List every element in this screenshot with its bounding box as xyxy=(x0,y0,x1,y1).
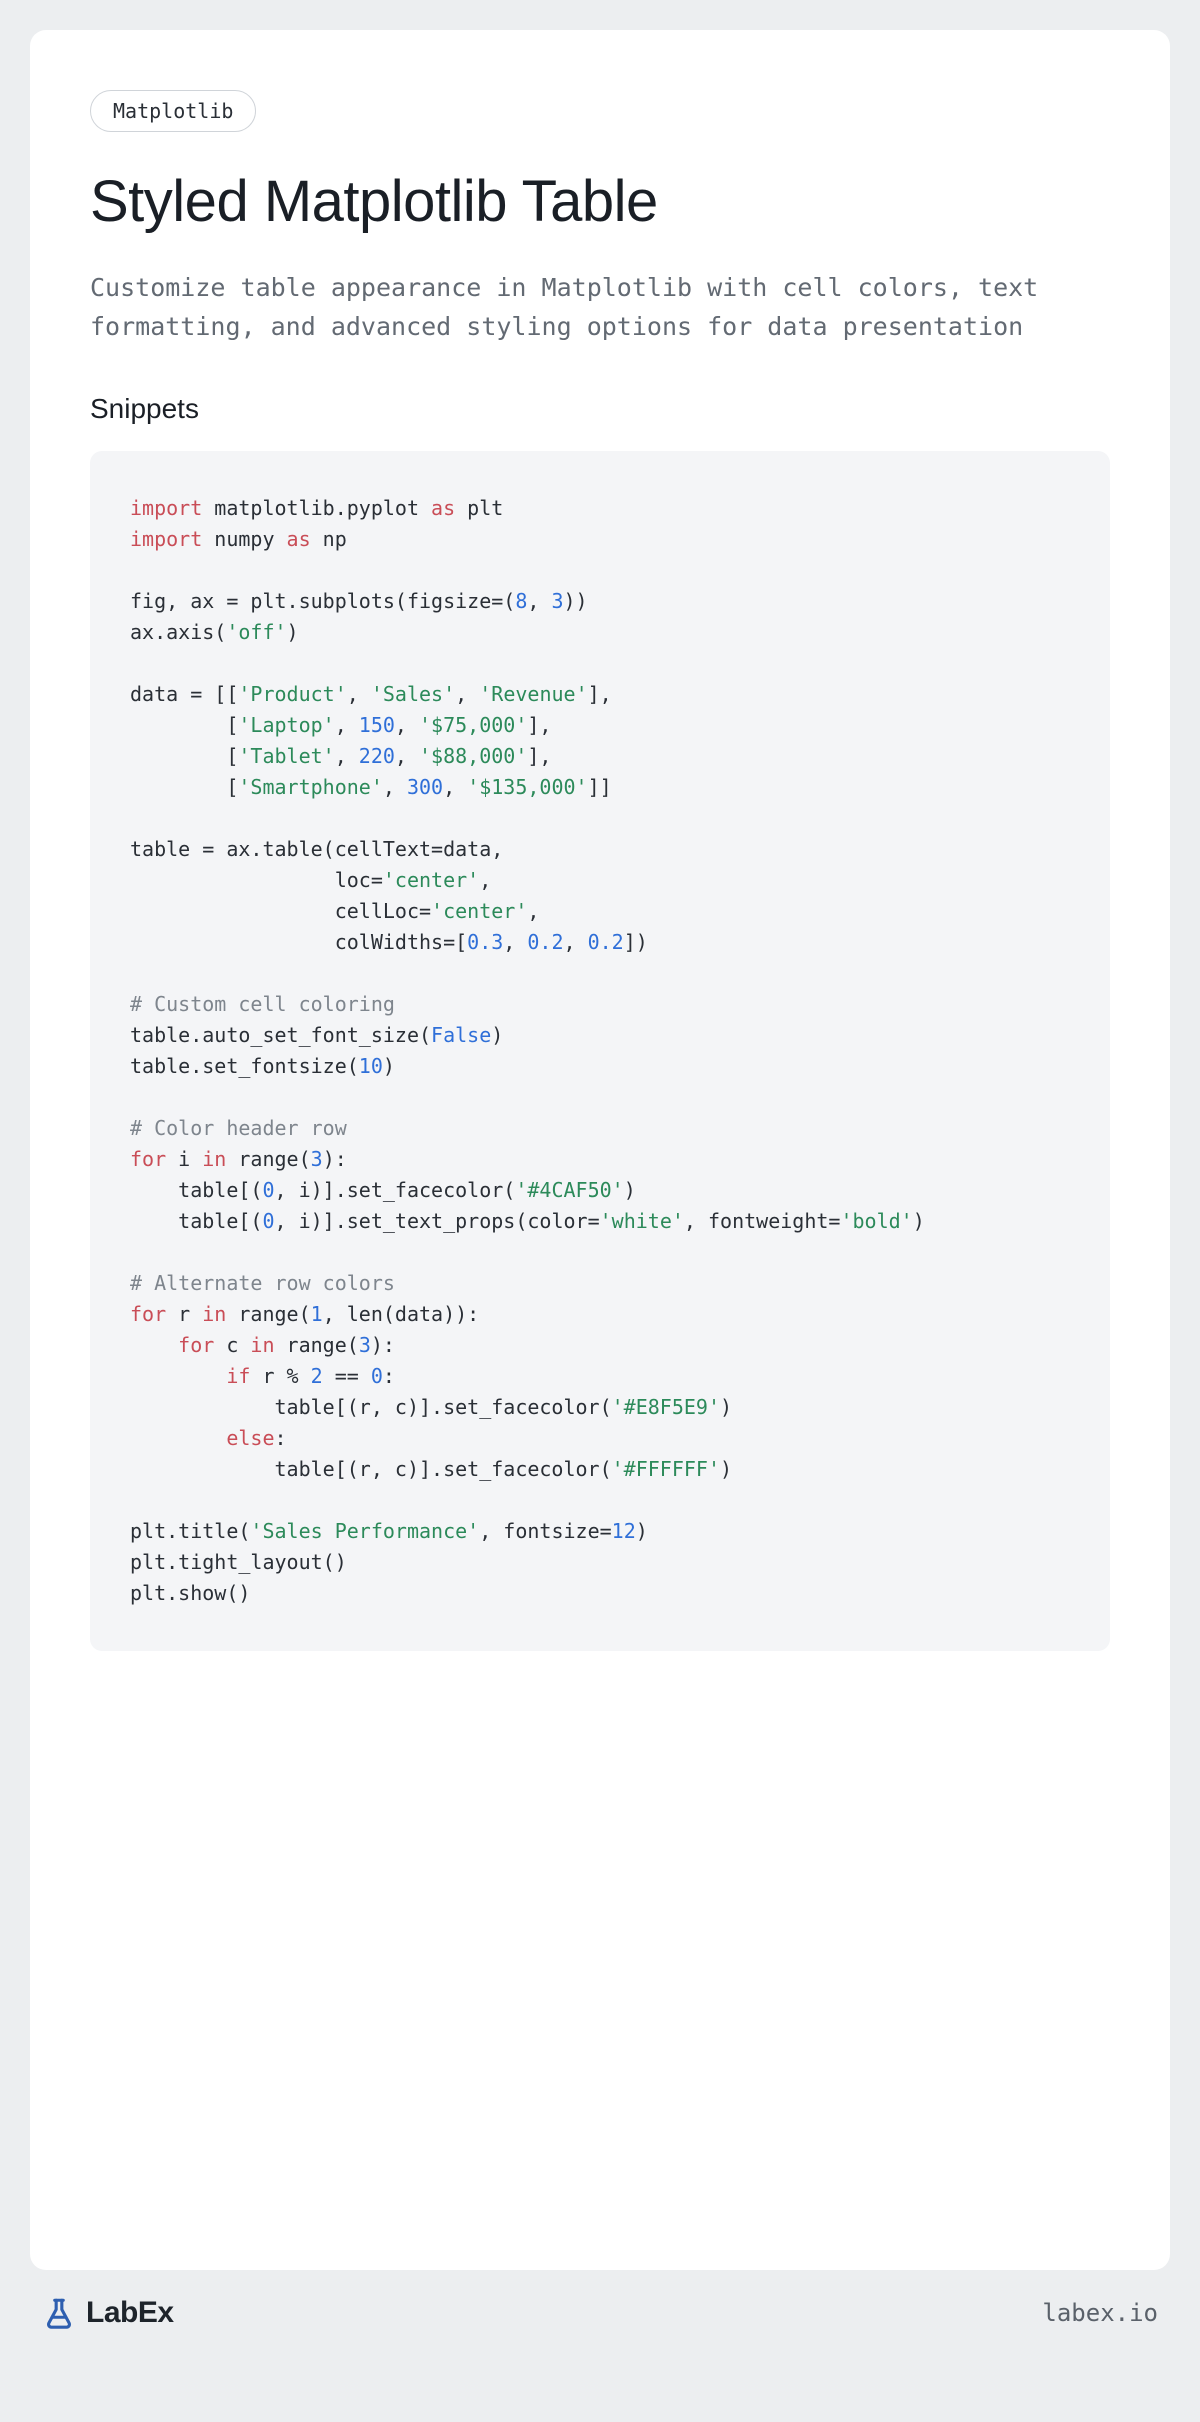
site-url: labex.io xyxy=(1042,2299,1158,2327)
kw-import: import xyxy=(130,496,202,520)
page-description: Customize table appearance in Matplotlib… xyxy=(90,269,1110,347)
brand: LabEx xyxy=(42,2296,174,2330)
snippets-heading: Snippets xyxy=(90,393,1110,425)
brand-name: LabEx xyxy=(86,2296,174,2330)
code-block: import matplotlib.pyplot as plt import n… xyxy=(90,451,1110,1651)
category-tag: Matplotlib xyxy=(90,90,256,132)
footer: LabEx labex.io xyxy=(30,2270,1170,2330)
flask-icon xyxy=(42,2296,76,2330)
page-title: Styled Matplotlib Table xyxy=(90,168,1110,235)
content-card: Matplotlib Styled Matplotlib Table Custo… xyxy=(30,30,1170,2270)
